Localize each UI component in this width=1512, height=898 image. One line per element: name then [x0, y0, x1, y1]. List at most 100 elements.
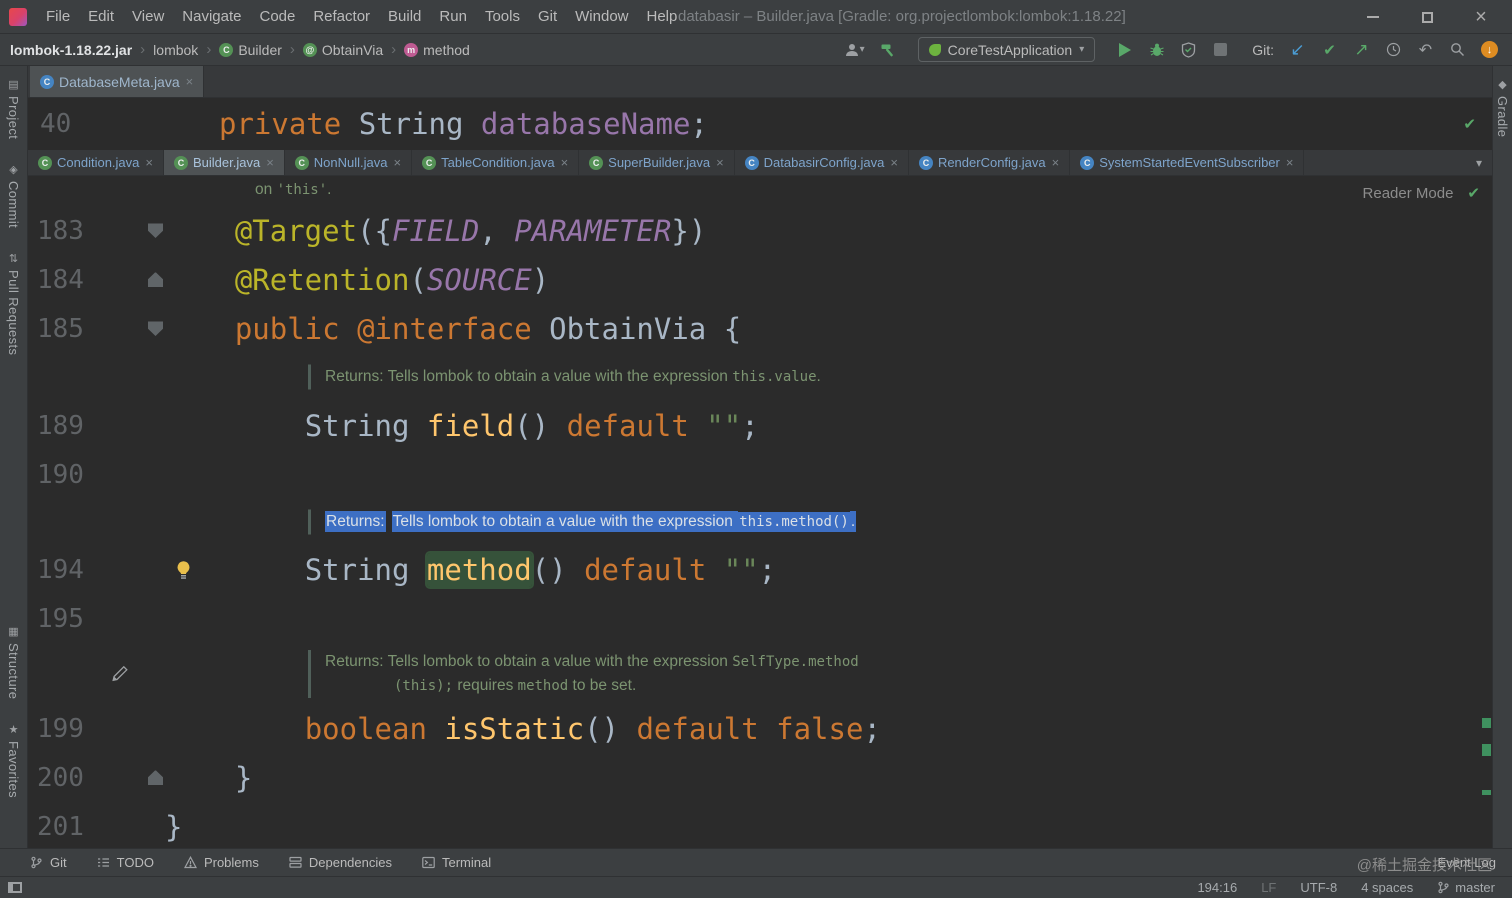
fold-marker-icon[interactable] [148, 223, 163, 238]
tab-databasemeta-java[interactable]: C DatabaseMeta.java × [30, 66, 205, 97]
hide-tool-windows-icon[interactable] [8, 882, 22, 893]
tab-systemstartedeventsubscriber[interactable]: C SystemStartedEventSubscriber × [1070, 150, 1305, 175]
debug-button[interactable] [1148, 42, 1165, 58]
fold-marker-icon[interactable] [148, 272, 163, 287]
breadcrumb-item-lombok[interactable]: lombok [153, 42, 198, 58]
tab-tablecondition-java[interactable]: C TableCondition.java × [412, 150, 580, 175]
menu-item-build[interactable]: Build [379, 0, 430, 34]
menu-item-view[interactable]: View [123, 0, 173, 34]
tool-button-problems[interactable]: Problems [183, 855, 259, 870]
code-line[interactable]: 199 boolean isStatic() default false; [28, 704, 1492, 753]
code-line[interactable]: 195 [28, 594, 1492, 643]
caret-position-widget[interactable]: 194:16 [1197, 880, 1237, 895]
update-notification-icon[interactable]: ↓ [1481, 41, 1498, 58]
menu-item-refactor[interactable]: Refactor [304, 0, 379, 34]
tool-button-terminal[interactable]: Terminal [422, 855, 491, 870]
close-tab-icon[interactable]: × [1286, 155, 1294, 170]
inspections-ok-icon[interactable]: ✔ [1467, 184, 1480, 202]
top-editor[interactable]: 40 private String databaseName; ✔ [28, 98, 1492, 150]
line-number[interactable]: 40 [40, 109, 71, 139]
rendered-doc-line[interactable]: Returns: Tells lombok to obtain a value … [28, 643, 1492, 704]
tool-stripe-gradle[interactable]: ◆ Gradle [1495, 78, 1510, 137]
line-number[interactable]: 201 [37, 812, 84, 842]
edit-pencil-icon[interactable] [110, 664, 129, 683]
git-update-button[interactable]: ↙ [1289, 40, 1306, 60]
code-line[interactable]: 194 String method() default ""; [28, 545, 1492, 594]
indent-widget[interactable]: 4 spaces [1361, 880, 1413, 895]
coverage-button[interactable] [1180, 41, 1197, 58]
tool-stripe-commit[interactable]: ◈ Commit [6, 163, 21, 228]
line-number[interactable]: 189 [37, 411, 84, 441]
git-commit-button[interactable]: ✔ [1321, 41, 1338, 59]
rendered-doc-line[interactable]: on 'this'. [28, 176, 1492, 206]
hidden-tabs-icon[interactable]: ▾ [1476, 156, 1482, 170]
tab-builder-java[interactable]: C Builder.java × [163, 150, 285, 175]
tab-databasirconfig-java[interactable]: C DatabasirConfig.java × [735, 150, 909, 175]
run-button[interactable] [1116, 42, 1133, 57]
bottom-editor[interactable]: on 'this'. 183 @Target({FIELD, PARAMETER}… [28, 176, 1492, 848]
tool-button-todo[interactable]: TODO [97, 855, 154, 870]
tab-condition-java[interactable]: C Condition.java × [28, 150, 164, 175]
menu-item-navigate[interactable]: Navigate [173, 0, 250, 34]
user-profile-button[interactable]: ▾ [844, 42, 865, 58]
run-config-select[interactable]: CoreTestApplication ▾ [917, 37, 1096, 62]
stop-button[interactable] [1212, 43, 1229, 56]
minimize-button[interactable] [1364, 8, 1382, 26]
breadcrumb-item-obtainvia[interactable]: @ ObtainVia [302, 42, 383, 58]
menu-item-edit[interactable]: Edit [79, 0, 123, 34]
tool-stripe-favorites[interactable]: ★ Favorites [6, 723, 21, 798]
line-number[interactable]: 185 [37, 314, 84, 344]
close-tab-icon[interactable]: × [890, 155, 898, 170]
rendered-doc-line[interactable]: Returns: Tells lombok to obtain a value w… [28, 499, 1492, 545]
tab-renderconfig-java[interactable]: C RenderConfig.java × [909, 150, 1071, 175]
reader-mode-label[interactable]: Reader Mode [1363, 185, 1454, 202]
maximize-button[interactable] [1418, 8, 1436, 26]
close-tab-icon[interactable]: × [394, 155, 402, 170]
history-button[interactable] [1385, 42, 1402, 57]
git-branch-widget[interactable]: master [1437, 880, 1495, 895]
line-number[interactable]: 190 [37, 460, 84, 490]
close-button[interactable]: × [1472, 7, 1490, 27]
close-tab-icon[interactable]: × [145, 155, 153, 170]
rollback-button[interactable]: ↶ [1417, 40, 1434, 60]
git-push-button[interactable]: ↗ [1353, 40, 1370, 60]
tool-stripe-pull-requests[interactable]: ⇅ Pull Requests [6, 252, 21, 355]
code-line[interactable]: 185 public @interface ObtainVia { [28, 304, 1492, 353]
tool-stripe-project[interactable]: ▤ Project [6, 78, 21, 139]
line-number[interactable]: 194 [37, 555, 84, 585]
close-tab-icon[interactable]: × [186, 74, 194, 89]
menu-item-window[interactable]: Window [566, 0, 637, 34]
menu-item-tools[interactable]: Tools [476, 0, 529, 34]
close-tab-icon[interactable]: × [716, 155, 724, 170]
menu-item-run[interactable]: Run [430, 0, 476, 34]
line-separator-widget[interactable]: LF [1261, 880, 1276, 895]
line-number[interactable]: 195 [37, 604, 84, 634]
rendered-doc-line[interactable]: Returns: Tells lombok to obtain a value … [28, 353, 1492, 401]
breadcrumb-item-builder[interactable]: C Builder [219, 42, 282, 58]
line-number[interactable]: 183 [37, 216, 84, 246]
menu-item-code[interactable]: Code [250, 0, 304, 34]
breadcrumb-item-lombok-1-18-22-jar[interactable]: lombok-1.18.22.jar [10, 42, 132, 58]
search-everywhere-button[interactable] [1449, 42, 1466, 57]
inspections-ok-icon[interactable]: ✔ [1463, 115, 1476, 133]
tab-superbuilder-java[interactable]: C SuperBuilder.java × [579, 150, 735, 175]
close-tab-icon[interactable]: × [561, 155, 569, 170]
encoding-widget[interactable]: UTF-8 [1300, 880, 1337, 895]
line-number[interactable]: 199 [37, 714, 84, 744]
fold-marker-icon[interactable] [148, 770, 163, 785]
breadcrumb-item-method[interactable]: m method [404, 42, 470, 58]
menu-item-git[interactable]: Git [529, 0, 566, 34]
close-tab-icon[interactable]: × [1052, 155, 1060, 170]
code-line[interactable]: 183 @Target({FIELD, PARAMETER}) [28, 206, 1492, 255]
app-logo-icon[interactable] [9, 7, 27, 26]
build-hammer-button[interactable] [880, 42, 897, 58]
tool-button-dependencies[interactable]: Dependencies [289, 855, 392, 870]
code-line[interactable]: 189 String field() default ""; [28, 401, 1492, 450]
fold-marker-icon[interactable] [148, 321, 163, 336]
tool-button-git[interactable]: Git [30, 855, 67, 870]
line-number[interactable]: 184 [37, 265, 84, 295]
line-number[interactable]: 200 [37, 763, 84, 793]
close-tab-icon[interactable]: × [266, 155, 274, 170]
menu-item-file[interactable]: File [37, 0, 79, 34]
code-line[interactable]: 200 } [28, 753, 1492, 802]
